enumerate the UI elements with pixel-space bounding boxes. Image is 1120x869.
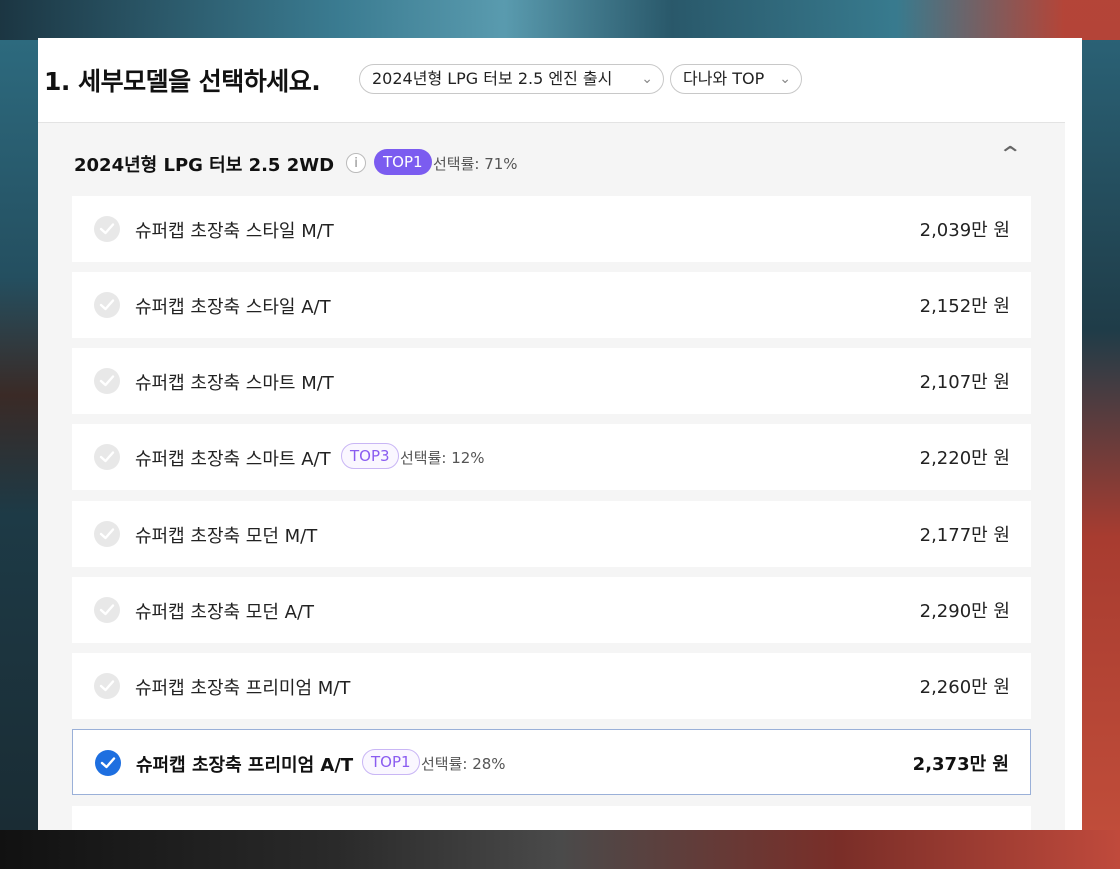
selection-rate: 선택률: 71% xyxy=(433,155,518,173)
check-circle-icon[interactable] xyxy=(94,216,120,242)
panel-header: 1. 세부모델을 선택하세요. 2024년형 LPG 터보 2.5 엔진 출시 … xyxy=(38,38,1082,122)
check-circle-icon[interactable] xyxy=(94,292,120,318)
trim-option-row[interactable]: 슈퍼캡 초장축 스마트 A/T TOP3 선택률: 12% 2,220만 원 xyxy=(72,424,1031,490)
trim-option-price: 2,107만 원 xyxy=(919,372,1010,393)
trim-option-name: 슈퍼캡 초장축 프리미엄 M/T xyxy=(135,678,351,699)
selection-rate: 선택률: 12% xyxy=(400,449,485,467)
trim-option-name: 슈퍼캡 초장축 모던 M/T xyxy=(135,526,318,547)
trim-option-price: 2,260만 원 xyxy=(919,677,1010,698)
check-circle-icon[interactable] xyxy=(94,673,120,699)
info-icon[interactable]: i xyxy=(346,153,366,173)
trim-option-row-partial[interactable] xyxy=(72,806,1031,830)
sort-dropdown-label: 다나와 TOP xyxy=(683,69,765,88)
chevron-down-icon: ⌄ xyxy=(641,71,653,87)
check-circle-icon[interactable] xyxy=(94,444,120,470)
trim-option-price: 2,152만 원 xyxy=(919,296,1010,317)
trim-option-price: 2,039만 원 xyxy=(919,220,1010,241)
engine-dropdown[interactable]: 2024년형 LPG 터보 2.5 엔진 출시 ⌄ xyxy=(359,64,664,94)
trim-option-name: 슈퍼캡 초장축 스마트 M/T xyxy=(135,373,334,394)
trim-option-row[interactable]: 슈퍼캡 초장축 스타일 M/T 2,039만 원 xyxy=(72,196,1031,262)
model-selection-panel: 1. 세부모델을 선택하세요. 2024년형 LPG 터보 2.5 엔진 출시 … xyxy=(38,38,1082,830)
check-circle-icon[interactable] xyxy=(94,368,120,394)
trim-option-price: 2,373만 원 xyxy=(912,754,1009,775)
trim-option-price: 2,177만 원 xyxy=(919,525,1010,546)
chevron-up-icon[interactable]: ⌃ xyxy=(997,143,1023,168)
trim-section: 2024년형 LPG 터보 2.5 2WD i TOP1 선택률: 71% ⌃ … xyxy=(38,122,1065,830)
sort-dropdown[interactable]: 다나와 TOP ⌄ xyxy=(670,64,802,94)
trim-option-name: 슈퍼캡 초장축 스타일 M/T xyxy=(135,221,334,242)
trim-option-name: 슈퍼캡 초장축 스타일 A/T xyxy=(135,297,331,318)
trim-option-row[interactable]: 슈퍼캡 초장축 스마트 M/T 2,107만 원 xyxy=(72,348,1031,414)
check-circle-icon[interactable] xyxy=(94,521,120,547)
trim-option-price: 2,290만 원 xyxy=(919,601,1010,622)
section-title: 2024년형 LPG 터보 2.5 2WD xyxy=(74,155,335,176)
trim-option-name: 슈퍼캡 초장축 프리미엄 A/T xyxy=(136,755,354,776)
trim-option-price: 2,220만 원 xyxy=(919,448,1010,469)
top-badge: TOP1 xyxy=(374,149,432,175)
trim-option-row[interactable]: 슈퍼캡 초장축 모던 M/T 2,177만 원 xyxy=(72,501,1031,567)
check-circle-filled-icon[interactable] xyxy=(95,750,121,776)
top-badge: TOP3 xyxy=(341,443,399,469)
page-title: 1. 세부모델을 선택하세요. xyxy=(44,67,321,96)
trim-option-row[interactable]: 슈퍼캡 초장축 프리미엄 M/T 2,260만 원 xyxy=(72,653,1031,719)
chevron-down-icon: ⌄ xyxy=(779,71,791,87)
trim-option-name: 슈퍼캡 초장축 스마트 A/T xyxy=(135,449,331,470)
selection-rate: 선택률: 28% xyxy=(421,755,506,773)
engine-dropdown-label: 2024년형 LPG 터보 2.5 엔진 출시 xyxy=(372,69,613,88)
check-circle-icon[interactable] xyxy=(94,597,120,623)
trim-option-name: 슈퍼캡 초장축 모던 A/T xyxy=(135,602,315,623)
trim-option-row[interactable]: 슈퍼캡 초장축 모던 A/T 2,290만 원 xyxy=(72,577,1031,643)
trim-option-row[interactable]: 슈퍼캡 초장축 스타일 A/T 2,152만 원 xyxy=(72,272,1031,338)
top-badge: TOP1 xyxy=(362,749,420,775)
trim-option-row[interactable]: 슈퍼캡 초장축 프리미엄 A/T TOP1 선택률: 28% 2,373만 원 xyxy=(72,729,1031,795)
